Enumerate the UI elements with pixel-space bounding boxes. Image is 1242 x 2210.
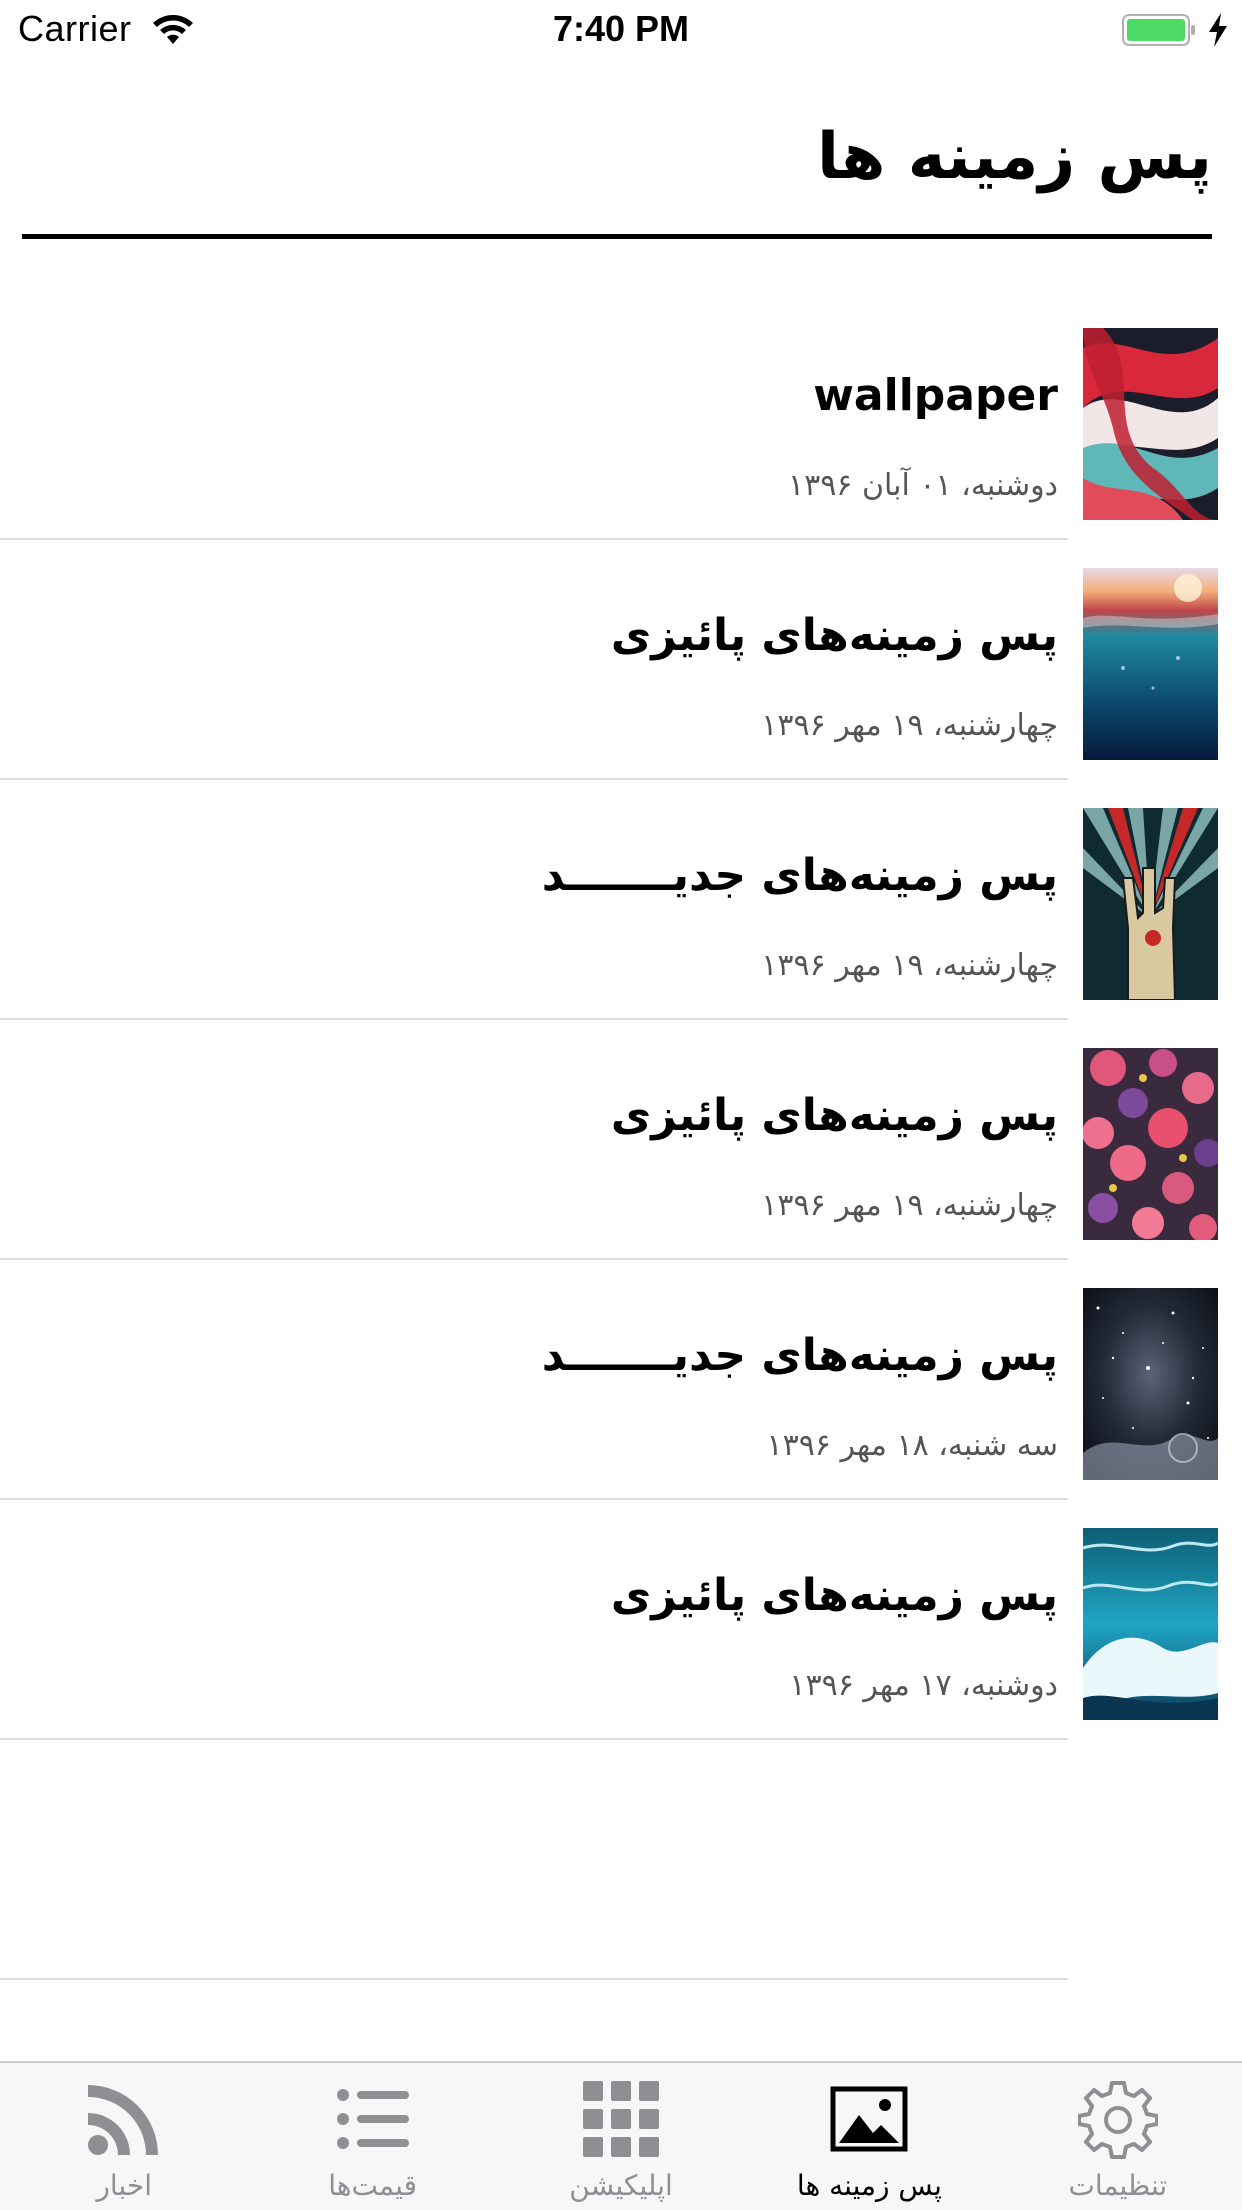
item-title: پس زمینه‌های پائیزی: [610, 1090, 1058, 1141]
tab-label: تنظیمات: [1068, 2169, 1168, 2202]
item-date: چهارشنبه، ۱۹ مهر ۱۳۹۶: [761, 708, 1058, 743]
item-date: دوشنبه، ۱۷ مهر ۱۳۹۶: [789, 1668, 1058, 1703]
wallpaper-list: wallpaper دوشنبه، ۰۱ آبان ۱۳۹۶: [0, 300, 1242, 1980]
title-divider: [22, 234, 1212, 239]
item-date: دوشنبه، ۰۱ آبان ۱۳۹۶: [787, 468, 1058, 503]
charging-bolt-icon: [1206, 12, 1230, 48]
list-item[interactable]: پس زمینه‌های جدیـــــــد چهارشنبه، ۱۹ مه…: [0, 780, 1242, 1020]
list-icon: [333, 2079, 413, 2159]
tab-label: اپلیکیشن: [569, 2169, 673, 2202]
tab-settings[interactable]: تنظیمات: [994, 2063, 1242, 2210]
list-item[interactable]: پس زمینه‌های پائیزی چهارشنبه، ۱۹ مهر ۱۳۹…: [0, 540, 1242, 780]
abstract-swirl-thumbnail: [1083, 328, 1218, 520]
tab-prices[interactable]: قیمت‌ها: [248, 2063, 496, 2210]
item-date: چهارشنبه، ۱۹ مهر ۱۳۹۶: [761, 948, 1058, 983]
flowers-thumbnail: [1083, 1048, 1218, 1240]
item-title: پس زمینه‌های جدیـــــــد: [541, 850, 1058, 901]
list-item[interactable]: wallpaper دوشنبه، ۰۱ آبان ۱۳۹۶: [0, 300, 1242, 540]
grid-icon: [581, 2079, 661, 2159]
item-title: پس زمینه‌های جدیـــــــد: [541, 1330, 1058, 1381]
list-item[interactable]: پس زمینه‌های پائیزی چهارشنبه، ۱۹ مهر ۱۳۹…: [0, 1020, 1242, 1260]
row-divider: [0, 1978, 1068, 1980]
item-title: wallpaper: [813, 370, 1058, 421]
list-item[interactable]: پس زمینه‌های جدیـــــــد سه شنبه، ۱۸ مهر…: [0, 1260, 1242, 1500]
underwater-sunset-thumbnail: [1083, 568, 1218, 760]
image-icon: [829, 2079, 909, 2159]
rss-icon: [84, 2079, 164, 2159]
rock-hand-poster-thumbnail: [1083, 808, 1218, 1000]
item-date: سه شنبه، ۱۸ مهر ۱۳۹۶: [766, 1428, 1058, 1463]
item-date: چهارشنبه، ۱۹ مهر ۱۳۹۶: [761, 1188, 1058, 1223]
tab-bar: اخبار قیمت‌ها اپلیکیشن: [0, 2061, 1242, 2210]
gear-icon: [1077, 2079, 1158, 2159]
item-title: پس زمینه‌های پائیزی: [610, 1570, 1058, 1621]
tab-news[interactable]: اخبار: [0, 2063, 248, 2210]
galaxy-thumbnail: [1083, 1288, 1218, 1480]
tab-apps[interactable]: اپلیکیشن: [497, 2063, 745, 2210]
tab-label: قیمت‌ها: [328, 2169, 418, 2202]
ocean-wave-thumbnail: [1083, 1528, 1218, 1720]
status-bar: Carrier 7:40 PM: [0, 0, 1242, 60]
empty-list-row: [0, 1740, 1242, 1980]
page-title: پس زمینه ها: [817, 120, 1212, 194]
item-title: پس زمینه‌های پائیزی: [610, 610, 1058, 661]
clock: 7:40 PM: [552, 8, 690, 49]
tab-label: پس زمینه ها: [796, 2169, 942, 2202]
list-item[interactable]: پس زمینه‌های پائیزی دوشنبه، ۱۷ مهر ۱۳۹۶: [0, 1500, 1242, 1740]
battery-icon: [1122, 14, 1196, 46]
tab-label: اخبار: [96, 2169, 152, 2202]
tab-wallpapers[interactable]: پس زمینه ها: [745, 2063, 993, 2210]
